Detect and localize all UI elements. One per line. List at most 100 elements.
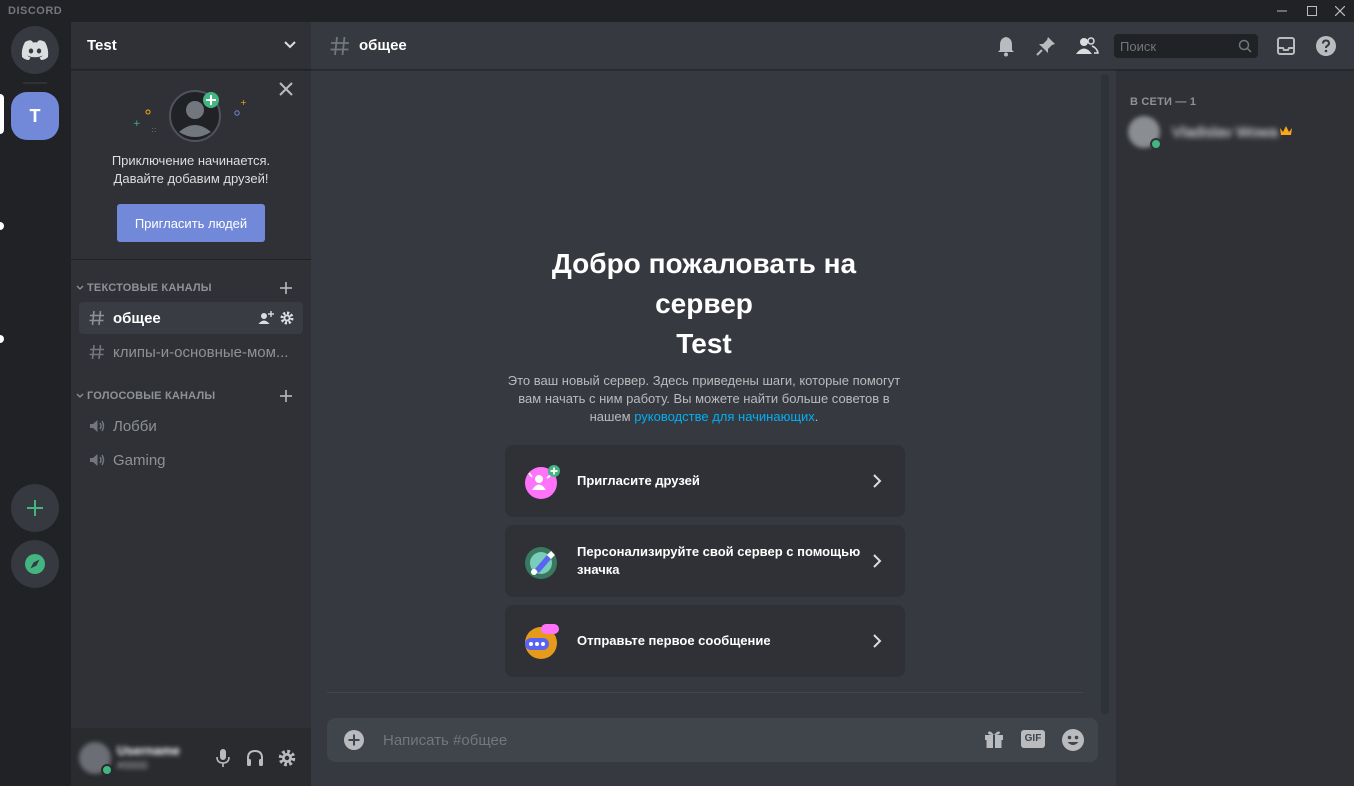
collapse-arrow-icon [76, 285, 84, 290]
invite-message-line: Приключение начинается. [111, 153, 271, 168]
create-invite-icon[interactable] [258, 310, 274, 326]
category-label: ТЕКСТОВЫЕ КАНАЛЫ [87, 282, 212, 294]
invite-message: Приключение начинается. Давайте добавим … [71, 152, 311, 188]
user-settings-icon[interactable] [277, 748, 297, 768]
maximize-icon [1307, 6, 1317, 16]
attach-plus-icon[interactable] [343, 729, 365, 751]
voice-channels-category[interactable]: ГОЛОСОВЫЕ КАНАЛЫ [71, 388, 311, 406]
gear-icon[interactable] [279, 310, 295, 326]
app-brand: DISCORD [8, 5, 63, 17]
channel-title: общее [359, 37, 407, 54]
channel-name: Gaming [113, 452, 166, 469]
username: Username [117, 743, 180, 758]
unread-indicator [0, 222, 4, 230]
add-server-button[interactable] [11, 484, 59, 532]
crown-icon [1280, 126, 1292, 135]
create-channel-icon[interactable] [278, 280, 294, 296]
first-message-card[interactable]: Отправьте первое сообщение [505, 605, 905, 677]
chevron-right-icon [873, 634, 882, 648]
invite-illustration: + + :: [133, 90, 247, 142]
welcome-title-line: Добро пожаловать на [551, 248, 857, 279]
channel-name: клипы-и-основные-мом... [113, 344, 289, 361]
active-server-indicator [0, 94, 4, 134]
chat-area: общее Поиск Добро пожаловать на сервер T… [311, 22, 1354, 786]
voice-channel-gaming[interactable]: Gaming [79, 444, 303, 476]
home-button[interactable] [11, 26, 59, 74]
paintbrush-icon [525, 547, 557, 579]
channel-general[interactable]: общее [79, 302, 303, 334]
beginners-guide-link[interactable]: руководстве для начинающих [634, 409, 815, 424]
title-bar: DISCORD [0, 0, 1354, 22]
welcome-title-line: сервер [655, 288, 753, 319]
bell-icon[interactable] [995, 35, 1017, 57]
member-list-icon[interactable] [1075, 35, 1099, 57]
hash-icon [330, 36, 349, 56]
svg-text:+: + [133, 119, 141, 129]
gift-icon[interactable] [983, 728, 1005, 750]
server-header[interactable]: Test [71, 22, 311, 70]
channel-clips[interactable]: клипы-и-основные-мом... [79, 336, 303, 368]
server-test[interactable]: T [11, 92, 59, 140]
close-invite-icon[interactable] [277, 80, 295, 98]
chat-bubble-icon [525, 624, 559, 659]
card-label: Персонализируйте свой сервер с помощью з… [577, 544, 861, 577]
unread-indicator [0, 335, 4, 343]
message-input[interactable]: Написать #общее GIF [327, 718, 1098, 762]
gif-button[interactable]: GIF [1021, 730, 1045, 748]
svg-text:+: + [240, 98, 247, 107]
category-label: ГОЛОСОВЫЕ КАНАЛЫ [87, 390, 216, 402]
online-status-icon [101, 764, 113, 776]
invite-friends-card[interactable]: Пригласите друзей [505, 445, 905, 517]
close-window-button[interactable] [1326, 0, 1354, 22]
microphone-icon[interactable] [214, 748, 232, 768]
member-name[interactable]: Vladislav Wowa [1172, 124, 1278, 141]
explore-servers-button[interactable] [11, 540, 59, 588]
card-label: Отправьте первое сообщение [577, 633, 771, 648]
card-label: Пригласите друзей [577, 473, 700, 488]
compass-icon [25, 554, 45, 574]
channel-name: общее [113, 310, 161, 327]
help-icon[interactable] [1315, 35, 1337, 57]
hash-icon [89, 344, 104, 360]
voice-channel-lobby[interactable]: Лобби [79, 410, 303, 442]
welcome-description-end: . [814, 409, 819, 424]
scrollbar[interactable] [1101, 74, 1109, 714]
invite-message-line: Давайте добавим друзей! [113, 171, 269, 186]
svg-text:::: :: [151, 125, 156, 134]
search-input[interactable]: Поиск [1114, 34, 1258, 58]
user-panel: Username #0000 [71, 728, 311, 786]
online-category: В СЕТИ — 1 [1130, 96, 1197, 108]
discord-logo-icon [21, 40, 49, 60]
minimize-icon [1277, 10, 1287, 12]
discord-window: DISCORD T Test + +:: Приключение начина… [0, 0, 1354, 786]
plus-icon [27, 500, 43, 516]
minimize-button[interactable] [1268, 0, 1296, 22]
channel-sidebar: Test + + :: Приключение начинается. Дава… [71, 22, 311, 786]
user-tag: #0000 [117, 760, 148, 772]
message-placeholder: Написать #общее [383, 732, 508, 749]
welcome-title-line: Test [676, 328, 732, 359]
hash-icon [89, 310, 104, 326]
welcome-title: Добро пожаловать на сервер Test [504, 244, 904, 364]
channel-name: Лобби [113, 418, 157, 435]
speaker-icon [90, 420, 105, 432]
speaker-icon [90, 454, 105, 466]
server-name: Test [87, 37, 117, 54]
server-rail: T [0, 22, 71, 786]
invite-card: + + :: Приключение начинается. Давайте д… [71, 70, 311, 260]
headphones-icon[interactable] [245, 748, 265, 768]
invite-people-button[interactable]: Пригласить людей [117, 204, 265, 242]
welcome-description: Это ваш новый сервер. Здесь приведены ша… [504, 372, 904, 426]
chevron-right-icon [873, 554, 882, 568]
emoji-icon[interactable] [1061, 728, 1085, 752]
inbox-icon[interactable] [1275, 35, 1297, 57]
text-channels-category[interactable]: ТЕКСТОВЫЕ КАНАЛЫ [71, 280, 311, 298]
maximize-button[interactable] [1298, 0, 1326, 22]
divider [327, 692, 1083, 693]
close-icon [1335, 6, 1345, 16]
create-channel-icon[interactable] [278, 388, 294, 404]
server-icon-card[interactable]: Персонализируйте свой сервер с помощью з… [505, 525, 905, 597]
member-list: В СЕТИ — 1 Vladislav Wowa [1116, 70, 1354, 786]
rail-separator [23, 82, 47, 84]
pin-icon[interactable] [1035, 35, 1057, 57]
